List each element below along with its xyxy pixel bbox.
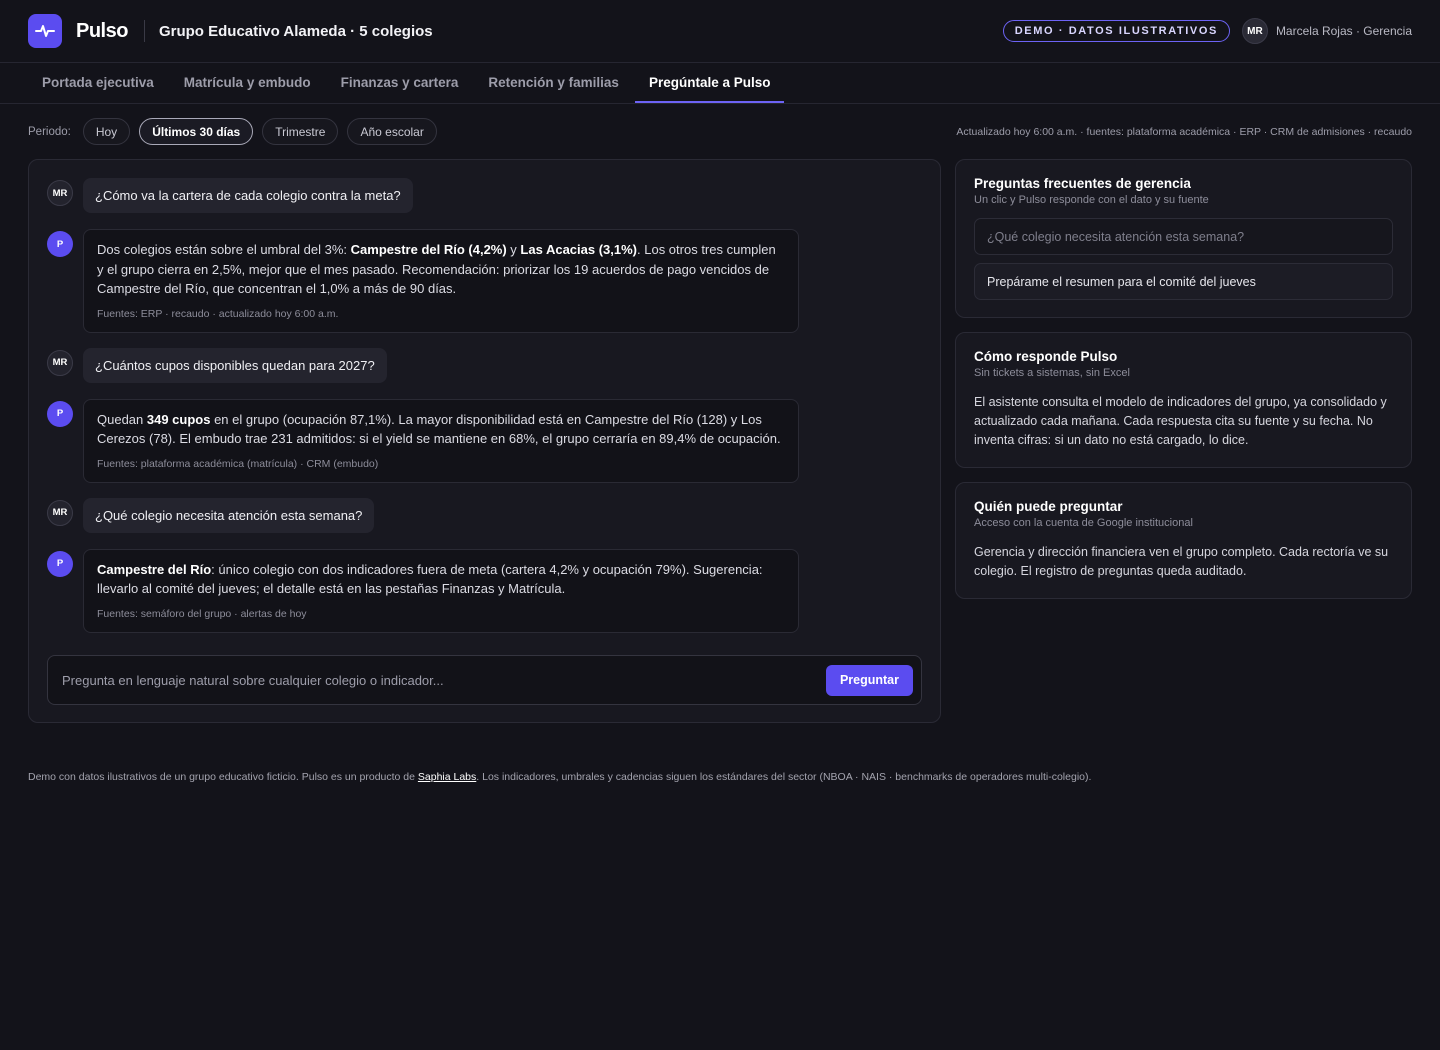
assistant-avatar: P bbox=[47, 400, 73, 427]
faq-item[interactable]: ¿Qué colegio necesita atención esta sema… bbox=[974, 218, 1393, 255]
chat-panel: MR ¿Cómo va la cartera de cada colegio c… bbox=[28, 159, 941, 723]
user-question: ¿Cuántos cupos disponibles quedan para 2… bbox=[83, 347, 387, 383]
period-option-ano-escolar[interactable]: Año escolar bbox=[347, 118, 437, 145]
how-title: Cómo responde Pulso bbox=[974, 349, 1118, 364]
answer-fragment: Dos colegios están sobre el umbral del 3… bbox=[97, 242, 351, 257]
answer-sources: Fuentes: ERP · recaudo · actualizado hoy… bbox=[97, 307, 339, 320]
chat-message-assistant: P Dos colegios están sobre el umbral del… bbox=[47, 229, 922, 333]
answer-text: Quedan 349 cupos en el grupo (ocupación … bbox=[97, 410, 785, 449]
data-freshness-note: Actualizado hoy 6:00 a.m. · fuentes: pla… bbox=[956, 125, 1412, 138]
faq-card: Preguntas frecuentes de gerencia Un clic… bbox=[955, 159, 1412, 318]
answer-highlight: 349 cupos bbox=[146, 411, 211, 427]
assistant-answer: Campestre del Río: único colegio con dos… bbox=[83, 548, 799, 633]
period-option-trimestre[interactable]: Trimestre bbox=[262, 118, 339, 145]
how-subtitle: Sin tickets a sistemas, sin Excel bbox=[974, 367, 1130, 379]
assistant-avatar: P bbox=[47, 231, 73, 257]
user-avatar-small: MR bbox=[47, 499, 73, 526]
footer-text: Demo con datos ilustrativos de un grupo … bbox=[28, 771, 418, 783]
main-tabs: Portada ejecutiva Matrícula y embudo Fin… bbox=[0, 63, 1440, 104]
access-title: Quién puede preguntar bbox=[974, 499, 1123, 514]
saphia-labs-link[interactable]: Saphia Labs bbox=[418, 771, 476, 783]
ask-button[interactable]: Preguntar bbox=[825, 664, 913, 696]
answer-fragment: y bbox=[506, 242, 521, 257]
answer-highlight: Campestre del Río bbox=[97, 561, 212, 577]
user-avatar-small: MR bbox=[47, 349, 73, 376]
answer-sources: Fuentes: plataforma académica (matrícula… bbox=[97, 457, 379, 470]
top-bar: Pulso Grupo Educativo Alameda · 5 colegi… bbox=[0, 0, 1440, 63]
demo-badge: DEMO · DATOS ILUSTRATIVOS bbox=[1002, 20, 1230, 42]
faq-title: Preguntas frecuentes de gerencia bbox=[974, 176, 1191, 191]
footer-text: . Los indicadores, umbrales y cadencias … bbox=[476, 771, 1092, 783]
answer-highlight: Las Acacias (3,1%) bbox=[520, 242, 638, 257]
user-avatar-small: MR bbox=[47, 180, 73, 206]
chat-message-user: MR ¿Cómo va la cartera de cada colegio c… bbox=[47, 178, 922, 213]
chat-message-user: MR ¿Cuántos cupos disponibles quedan par… bbox=[47, 347, 922, 383]
answer-text: Campestre del Río: único colegio con dos… bbox=[97, 560, 785, 599]
chat-message-assistant: P Quedan 349 cupos en el grupo (ocupació… bbox=[47, 398, 922, 483]
chat-message-assistant: P Campestre del Río: único colegio con d… bbox=[47, 548, 922, 633]
tab-matricula-embudo[interactable]: Matrícula y embudo bbox=[170, 63, 325, 103]
access-card: Quién puede preguntar Acceso con la cuen… bbox=[955, 482, 1412, 599]
how-it-works-card: Cómo responde Pulso Sin tickets a sistem… bbox=[955, 332, 1412, 468]
header-divider bbox=[143, 20, 145, 42]
answer-text: Dos colegios están sobre el umbral del 3… bbox=[97, 240, 785, 299]
user-question: ¿Cómo va la cartera de cada colegio cont… bbox=[83, 178, 413, 213]
chat-message-user: MR ¿Qué colegio necesita atención esta s… bbox=[47, 497, 922, 533]
period-filter-bar: Periodo: Hoy Últimos 30 días Trimestre A… bbox=[0, 104, 1440, 159]
access-body: Gerencia y dirección financiera ven el g… bbox=[974, 545, 1389, 578]
answer-sources: Fuentes: semáforo del grupo · alertas de… bbox=[97, 607, 307, 620]
org-count: · 5 colegios bbox=[350, 22, 433, 40]
period-option-hoy[interactable]: Hoy bbox=[82, 118, 131, 145]
tab-retencion-familias[interactable]: Retención y familias bbox=[474, 63, 633, 103]
ask-box: Preguntar bbox=[47, 655, 922, 705]
answer-highlight: Campestre del Río (4,2%) bbox=[350, 242, 507, 257]
question-input[interactable] bbox=[62, 672, 826, 688]
assistant-answer: Quedan 349 cupos en el grupo (ocupación … bbox=[83, 398, 799, 483]
period-option-ultimos-30-dias[interactable]: Últimos 30 días bbox=[139, 118, 254, 145]
user-name[interactable]: Marcela Rojas · Gerencia bbox=[1276, 24, 1412, 38]
user-question: ¿Qué colegio necesita atención esta sema… bbox=[83, 497, 375, 533]
tab-portada-ejecutiva[interactable]: Portada ejecutiva bbox=[28, 63, 168, 103]
org-title: Grupo Educativo Alameda · 5 colegios bbox=[159, 23, 433, 40]
answer-fragment: Quedan bbox=[97, 411, 147, 427]
user-avatar[interactable]: MR bbox=[1241, 18, 1268, 44]
access-subtitle: Acceso con la cuenta de Google instituci… bbox=[974, 517, 1193, 529]
pulse-logo-icon[interactable] bbox=[28, 14, 62, 48]
tab-preguntale-pulso[interactable]: Pregúntale a Pulso bbox=[634, 63, 785, 103]
how-body: El asistente consulta el modelo de indic… bbox=[974, 395, 1387, 447]
assistant-avatar: P bbox=[47, 550, 73, 577]
faq-item[interactable]: Prepárame el resumen para el comité del … bbox=[974, 263, 1393, 300]
brand-name[interactable]: Pulso bbox=[76, 20, 128, 43]
assistant-answer: Dos colegios están sobre el umbral del 3… bbox=[83, 229, 799, 333]
tab-finanzas-cartera[interactable]: Finanzas y cartera bbox=[327, 63, 473, 103]
side-panel: Preguntas frecuentes de gerencia Un clic… bbox=[955, 159, 1412, 599]
org-name: Grupo Educativo Alameda bbox=[158, 22, 346, 40]
period-label: Periodo: bbox=[28, 125, 71, 138]
main-content: MR ¿Cómo va la cartera de cada colegio c… bbox=[0, 159, 1440, 723]
faq-subtitle: Un clic y Pulso responde con el dato y s… bbox=[974, 194, 1209, 206]
footer-note: Demo con datos ilustrativos de un grupo … bbox=[0, 723, 1440, 783]
